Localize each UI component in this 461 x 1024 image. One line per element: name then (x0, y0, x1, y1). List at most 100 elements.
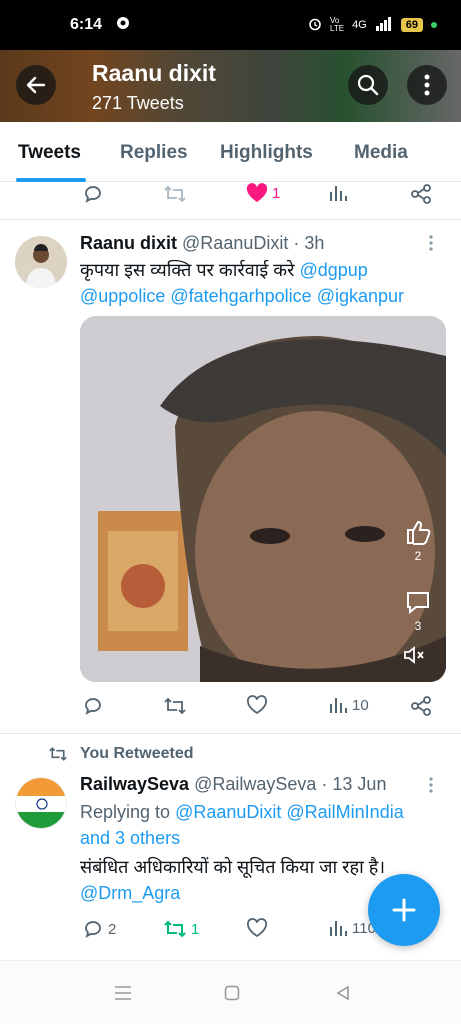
video-frame (80, 316, 446, 682)
avatar[interactable] (15, 777, 67, 829)
more-options-button[interactable] (407, 65, 447, 105)
video-comment-count: 3 (414, 619, 422, 633)
replying-users[interactable]: @RaanuDixit @RailMinIndia (175, 802, 404, 822)
home-square-icon (224, 985, 240, 1001)
retweet-button[interactable] (163, 695, 187, 717)
tweet-text: कृपया इस व्यक्ति पर कार्रवाई करे @dgpup … (80, 257, 450, 309)
status-bar: 6:14 Vo LTE 4G 69 (0, 0, 461, 50)
share-icon (411, 184, 431, 204)
divider (0, 219, 461, 220)
retweet-button[interactable] (163, 183, 187, 205)
retweet-label: You Retweeted (80, 745, 194, 762)
tweet-author-line: RailwaySeva @RailwaySeva · 13 Jun (80, 774, 386, 795)
comment-bubble-icon (407, 592, 429, 615)
search-icon (357, 74, 379, 96)
back-button[interactable] (16, 65, 56, 105)
mute-button[interactable] (402, 644, 426, 671)
plus-icon (392, 898, 416, 922)
compose-tweet-button[interactable] (368, 874, 440, 946)
status-icons: Vo LTE 4G 69 (308, 16, 437, 34)
replying-to: Replying to @RaanuDixit @RailMinIndia an… (80, 799, 450, 851)
more-vertical-icon (429, 777, 433, 793)
views-count: 10 (352, 696, 369, 714)
views-button[interactable]: 110 (328, 918, 376, 938)
retweet-icon (49, 747, 67, 761)
reply-button[interactable]: 2 (82, 918, 116, 940)
reply-button[interactable] (82, 183, 104, 205)
tab-highlights[interactable]: Highlights (220, 142, 313, 164)
tweet-more-button[interactable] (428, 776, 434, 799)
views-button[interactable]: 10 (328, 695, 369, 715)
author-handle-time: @RaanuDixit · 3h (182, 233, 325, 253)
like-button[interactable]: 1 (246, 183, 280, 203)
heart-icon (246, 918, 268, 938)
retweet-icon (164, 185, 186, 203)
comment-icon (85, 186, 101, 203)
tweet-body: कृपया इस व्यक्ति पर कार्रवाई करे (80, 260, 295, 280)
network-label: 4G (352, 19, 367, 31)
menu-icon (115, 986, 131, 1000)
status-time: 6:14 (70, 16, 103, 33)
reply-button[interactable] (82, 695, 104, 717)
heart-filled-icon (246, 183, 268, 202)
more-vertical-icon (429, 235, 433, 251)
alarm-icon (308, 17, 322, 34)
tweet-author-line: Raanu dixit @RaanuDixit · 3h (80, 233, 324, 254)
share-button[interactable] (410, 695, 432, 717)
signal-icon (375, 16, 393, 34)
chrome-icon (116, 16, 130, 35)
author-handle-time: @RailwaySeva · 13 Jun (194, 774, 387, 794)
video-like-overlay[interactable]: 2 (404, 518, 432, 563)
tweet-video[interactable]: 2 3 (80, 316, 446, 682)
retweet-button[interactable]: 1 (163, 918, 199, 940)
retweet-context: You Retweeted (48, 745, 194, 763)
search-button[interactable] (348, 65, 388, 105)
analytics-icon (330, 921, 347, 936)
tab-tweets[interactable]: Tweets (18, 142, 81, 164)
recent-apps-button[interactable] (114, 985, 132, 1006)
tweet-count: 271 Tweets (92, 93, 184, 113)
active-tab-indicator (16, 178, 86, 182)
arrow-left-icon (26, 76, 46, 94)
more-vertical-icon (424, 74, 430, 96)
divider (0, 733, 461, 734)
tweet-body: संबंधित अधिकारियों को सूचित किया जा रहा … (80, 857, 386, 877)
video-comment-overlay[interactable]: 3 (404, 588, 432, 633)
retweet-icon (164, 920, 186, 938)
triangle-back-icon (336, 985, 349, 1001)
profile-name: Raanu dixit (92, 60, 216, 86)
system-back-button[interactable] (335, 985, 351, 1006)
tweet-actions: 10 (0, 695, 461, 721)
replying-more-link[interactable]: and 3 others (80, 828, 180, 848)
analytics-icon (330, 698, 347, 713)
home-button[interactable] (224, 985, 240, 1006)
author-name[interactable]: Raanu dixit (80, 233, 177, 253)
india-flag-icon (16, 778, 66, 828)
replying-prefix: Replying to (80, 802, 171, 822)
previous-tweet-actions: 1 (0, 183, 461, 209)
share-button[interactable] (410, 183, 432, 205)
retweet-count: 1 (191, 920, 200, 938)
heart-icon (246, 695, 268, 715)
comment-icon (85, 921, 101, 938)
thumbs-up-icon (407, 520, 431, 545)
retweet-icon (164, 697, 186, 715)
profile-tabs: Tweets Replies Highlights Media (0, 122, 461, 182)
mention-links[interactable]: @uppolice @fatehgarhpolice @igkanpur (80, 286, 404, 306)
battery-indicator: 69 (400, 18, 423, 32)
comment-icon (85, 698, 101, 715)
author-name[interactable]: RailwaySeva (80, 774, 189, 794)
avatar[interactable] (15, 236, 67, 288)
mention-link[interactable]: @Drm_Agra (80, 883, 180, 903)
tab-media[interactable]: Media (354, 142, 408, 164)
privacy-dot-icon (431, 22, 437, 28)
volte-icon: Vo LTE (329, 16, 345, 33)
views-button[interactable] (328, 183, 348, 203)
like-button[interactable] (246, 695, 268, 715)
profile-header: Raanu dixit 271 Tweets (0, 50, 461, 122)
tab-replies[interactable]: Replies (120, 142, 188, 164)
like-button[interactable] (246, 918, 268, 938)
share-icon (411, 696, 431, 716)
tweet-more-button[interactable] (428, 234, 434, 257)
mention-link[interactable]: @dgpup (299, 260, 367, 280)
